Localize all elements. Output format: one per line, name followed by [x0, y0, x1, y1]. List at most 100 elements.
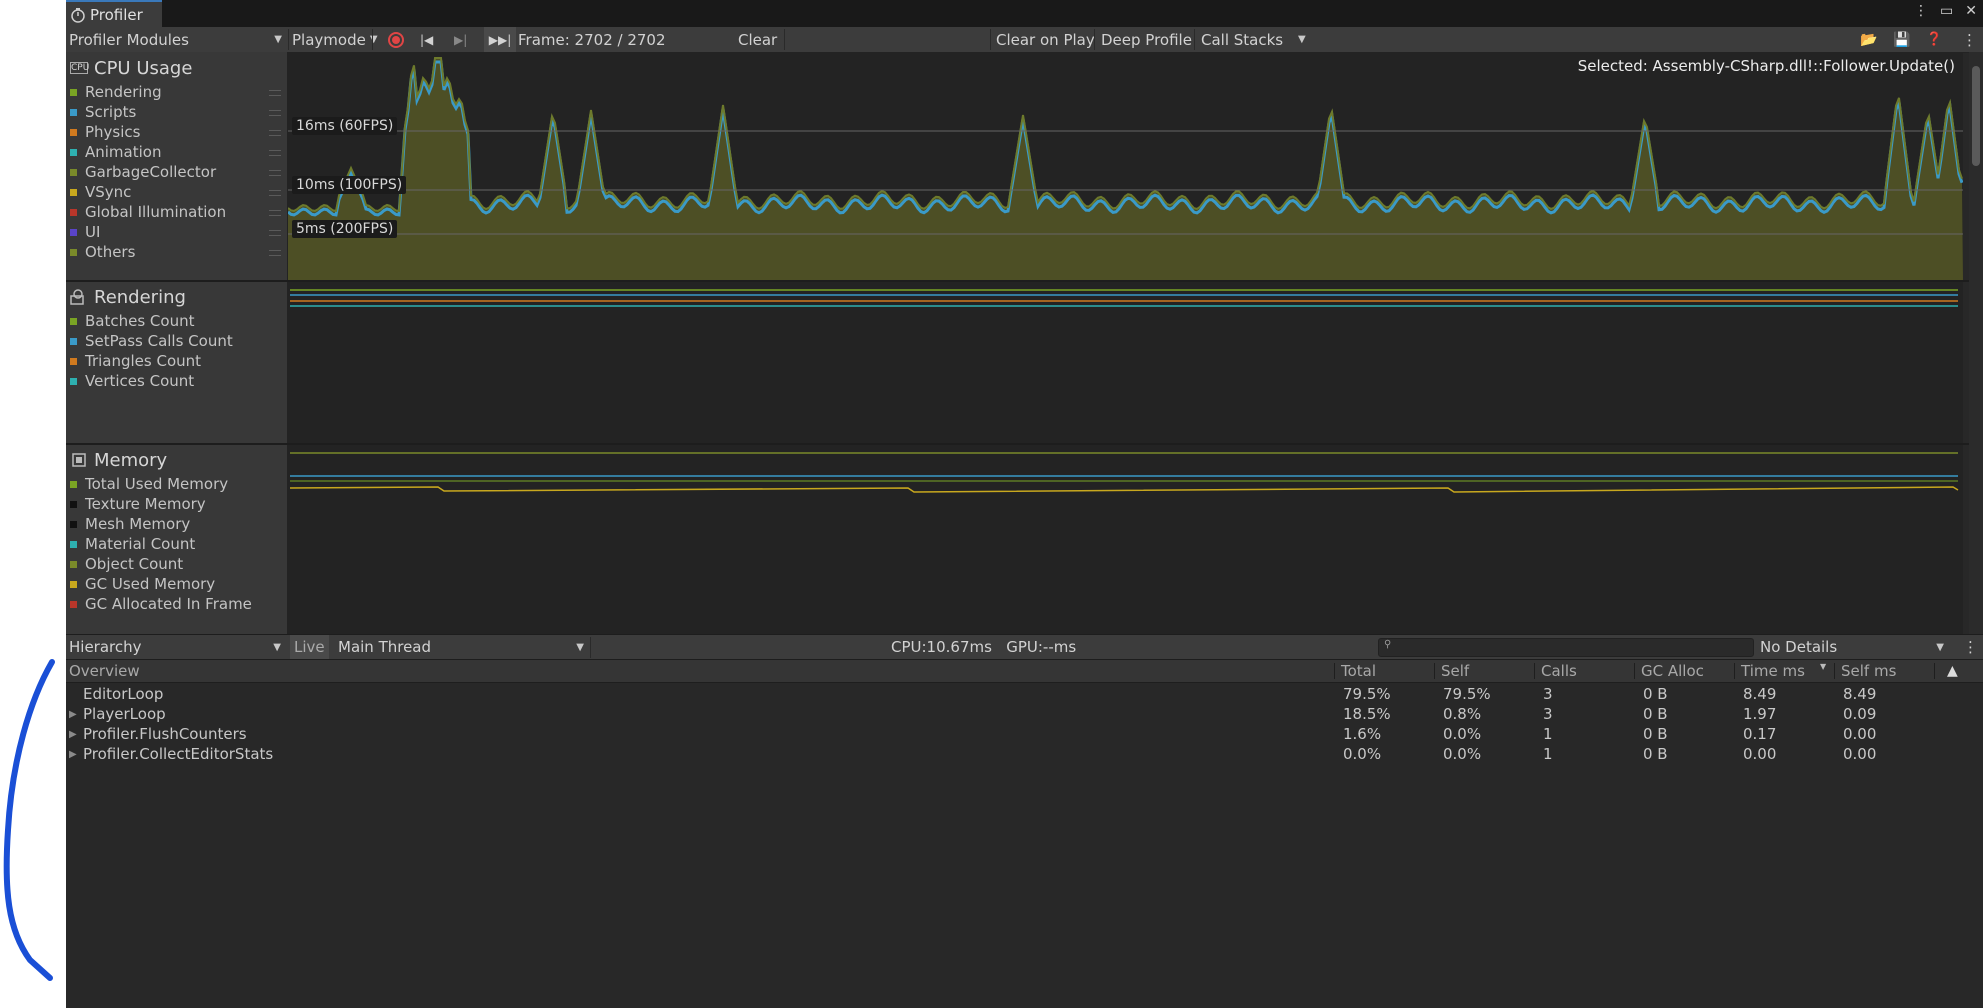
legend-label: Physics	[85, 123, 141, 141]
column-self[interactable]: Self	[1441, 660, 1469, 682]
legend-item[interactable]: Global Illumination	[66, 202, 287, 222]
legend-item[interactable]: Physics	[66, 122, 287, 142]
marker-label-100fps: 10ms (100FPS)	[292, 176, 407, 194]
legend-item[interactable]: Others	[66, 242, 287, 262]
expand-arrow-icon[interactable]: ▶	[69, 709, 77, 720]
cell-gc: 0 B	[1643, 685, 1668, 703]
profiler-tab[interactable]: Profiler	[66, 0, 162, 27]
next-frame-button[interactable]: ▶|	[454, 27, 467, 52]
kebab-icon: ⋮	[1963, 638, 1978, 656]
toolbar-menu-button[interactable]: ⋮	[1962, 27, 1977, 52]
legend-color-swatch	[70, 337, 77, 345]
drag-handle-icon[interactable]	[269, 110, 281, 116]
tab-title: Profiler	[90, 5, 143, 24]
legend-item[interactable]: Vertices Count	[66, 371, 287, 391]
legend-label: Total Used Memory	[85, 475, 229, 493]
help-button[interactable]: ❓	[1926, 27, 1942, 52]
cpu-usage-graph[interactable]: 16ms (60FPS) 10ms (100FPS) 5ms (200FPS) …	[287, 52, 1964, 280]
column-gc-alloc[interactable]: GC Alloc	[1641, 660, 1704, 682]
legend-item[interactable]: GC Allocated In Frame	[66, 594, 287, 614]
details-dropdown[interactable]: No Details ▼	[1760, 635, 1950, 659]
table-row[interactable]: ▶ Profiler.FlushCounters 1.6% 0.0% 1 0 B 0.17 0…	[66, 724, 1983, 744]
legend-item[interactable]: Batches Count	[66, 311, 287, 331]
call-stacks-dropdown[interactable]: ▼	[1292, 27, 1306, 52]
column-calls[interactable]: Calls	[1541, 660, 1577, 682]
drag-handle-icon[interactable]	[269, 230, 281, 236]
table-row[interactable]: EditorLoop 79.5% 79.5% 3 0 B 8.49 8.49	[66, 684, 1983, 704]
table-row[interactable]: ▶ PlayerLoop 18.5% 0.8% 3 0 B 1.97 0.09	[66, 704, 1983, 724]
drag-handle-icon[interactable]	[269, 250, 281, 256]
profiler-modules-dropdown[interactable]: Profiler Modules ▼	[66, 27, 288, 52]
legend-item[interactable]: Object Count	[66, 554, 287, 574]
save-button[interactable]: 💾	[1893, 27, 1910, 52]
drag-handle-icon[interactable]	[269, 150, 281, 156]
profiler-toolbar: Profiler Modules ▼ Playmode ▼ |◀ ▶| ▶▶| …	[66, 27, 1983, 53]
column-self-ms[interactable]: Self ms	[1841, 660, 1896, 682]
rendering-icon	[70, 289, 84, 305]
deep-profile-button[interactable]: Deep Profile	[1101, 27, 1192, 52]
legend-item[interactable]: Texture Memory	[66, 494, 287, 514]
drag-handle-icon[interactable]	[269, 130, 281, 136]
column-time-ms[interactable]: Time ms	[1741, 660, 1805, 682]
drag-handle-icon[interactable]	[269, 170, 281, 176]
legend-item[interactable]: Total Used Memory	[66, 474, 287, 494]
kebab-icon[interactable]: ⋮	[1914, 3, 1928, 19]
cell-calls: 1	[1543, 745, 1553, 763]
help-icon: ❓	[1926, 32, 1943, 47]
rendering-graph[interactable]	[288, 282, 1963, 443]
rendering-legend: Batches Count SetPass Calls Count Triangle…	[66, 311, 287, 391]
legend-item[interactable]: UI	[66, 222, 287, 242]
column-overview[interactable]: Overview	[69, 660, 140, 682]
search-input[interactable]: ⚲	[1378, 638, 1754, 657]
legend-color-swatch	[70, 560, 77, 568]
legend-label: Triangles Count	[85, 352, 202, 370]
table-row[interactable]: ▶ Profiler.CollectEditorStats 0.0% 0.0% 1 0 B…	[66, 744, 1983, 764]
cell-selfms: 0.09	[1843, 705, 1877, 723]
cpu-usage-panel[interactable]: CPU CPU Usage Rendering Scripts Physics Ani…	[66, 52, 288, 280]
scrollbar-thumb[interactable]	[1972, 66, 1980, 166]
legend-item[interactable]: Triangles Count	[66, 351, 287, 371]
drag-handle-icon[interactable]	[269, 190, 281, 196]
legend-label: GC Allocated In Frame	[85, 595, 252, 613]
record-button[interactable]	[388, 27, 404, 52]
drag-handle-icon[interactable]	[269, 90, 281, 96]
thread-dropdown[interactable]: Main Thread ▼	[338, 635, 590, 659]
legend-item[interactable]: VSync	[66, 182, 287, 202]
legend-item[interactable]: Scripts	[66, 102, 287, 122]
call-stacks-button[interactable]: Call Stacks	[1201, 27, 1283, 52]
column-total[interactable]: Total	[1341, 660, 1376, 682]
close-icon[interactable]: ✕	[1965, 3, 1977, 19]
maximize-icon[interactable]: ▭	[1940, 3, 1953, 19]
first-frame-button[interactable]: |◀	[420, 27, 433, 52]
expand-arrow-icon[interactable]: ▶	[69, 729, 77, 740]
clear-on-play-button[interactable]: Clear on Play	[996, 27, 1095, 52]
legend-label: Texture Memory	[85, 495, 206, 513]
drag-handle-icon[interactable]	[269, 210, 281, 216]
hierarchy-menu-button[interactable]: ⋮	[1963, 635, 1978, 659]
memory-panel[interactable]: Memory Total Used Memory Texture Memory Me…	[66, 445, 288, 634]
playmode-dropdown[interactable]: Playmode ▼	[292, 27, 378, 52]
legend-item[interactable]: Material Count	[66, 534, 287, 554]
modules-scrollbar[interactable]	[1969, 52, 1983, 634]
expand-arrow-icon[interactable]: ▶	[69, 749, 77, 760]
memory-graph[interactable]	[288, 445, 1963, 634]
legend-color-swatch	[70, 520, 77, 528]
legend-label: VSync	[85, 183, 132, 201]
legend-item[interactable]: Mesh Memory	[66, 514, 287, 534]
current-frame-button[interactable]: ▶▶|	[484, 27, 516, 52]
rendering-panel[interactable]: Rendering Batches Count SetPass Calls Cou…	[66, 282, 288, 443]
legend-item[interactable]: GC Used Memory	[66, 574, 287, 594]
legend-item[interactable]: Rendering	[66, 82, 287, 102]
cell-time: 8.49	[1743, 685, 1777, 703]
live-toggle[interactable]: Live	[290, 635, 329, 659]
legend-item[interactable]: GarbageCollector	[66, 162, 287, 182]
clear-button[interactable]: Clear	[738, 27, 777, 52]
legend-item[interactable]: SetPass Calls Count	[66, 331, 287, 351]
legend-item[interactable]: Animation	[66, 142, 287, 162]
chevron-down-icon: ▼	[273, 641, 281, 653]
load-button[interactable]: 📂	[1860, 27, 1877, 52]
legend-color-swatch	[70, 500, 77, 508]
view-mode-dropdown[interactable]: Hierarchy ▼	[69, 635, 287, 659]
legend-label: Batches Count	[85, 312, 195, 330]
warning-column-icon[interactable]: ▲	[1947, 660, 1958, 682]
